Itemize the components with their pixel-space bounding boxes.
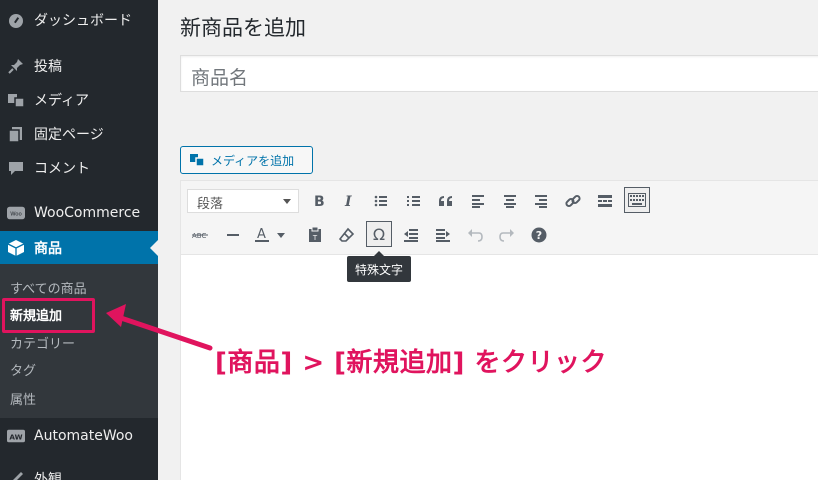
annotation-text: [商品] > [新規追加] をクリック	[215, 348, 607, 378]
wp-admin-screen: ダッシュボード 投稿 メディア 固定ページ コメント Woo WooCommer…	[0, 0, 818, 480]
annotation-arrow	[106, 304, 213, 351]
